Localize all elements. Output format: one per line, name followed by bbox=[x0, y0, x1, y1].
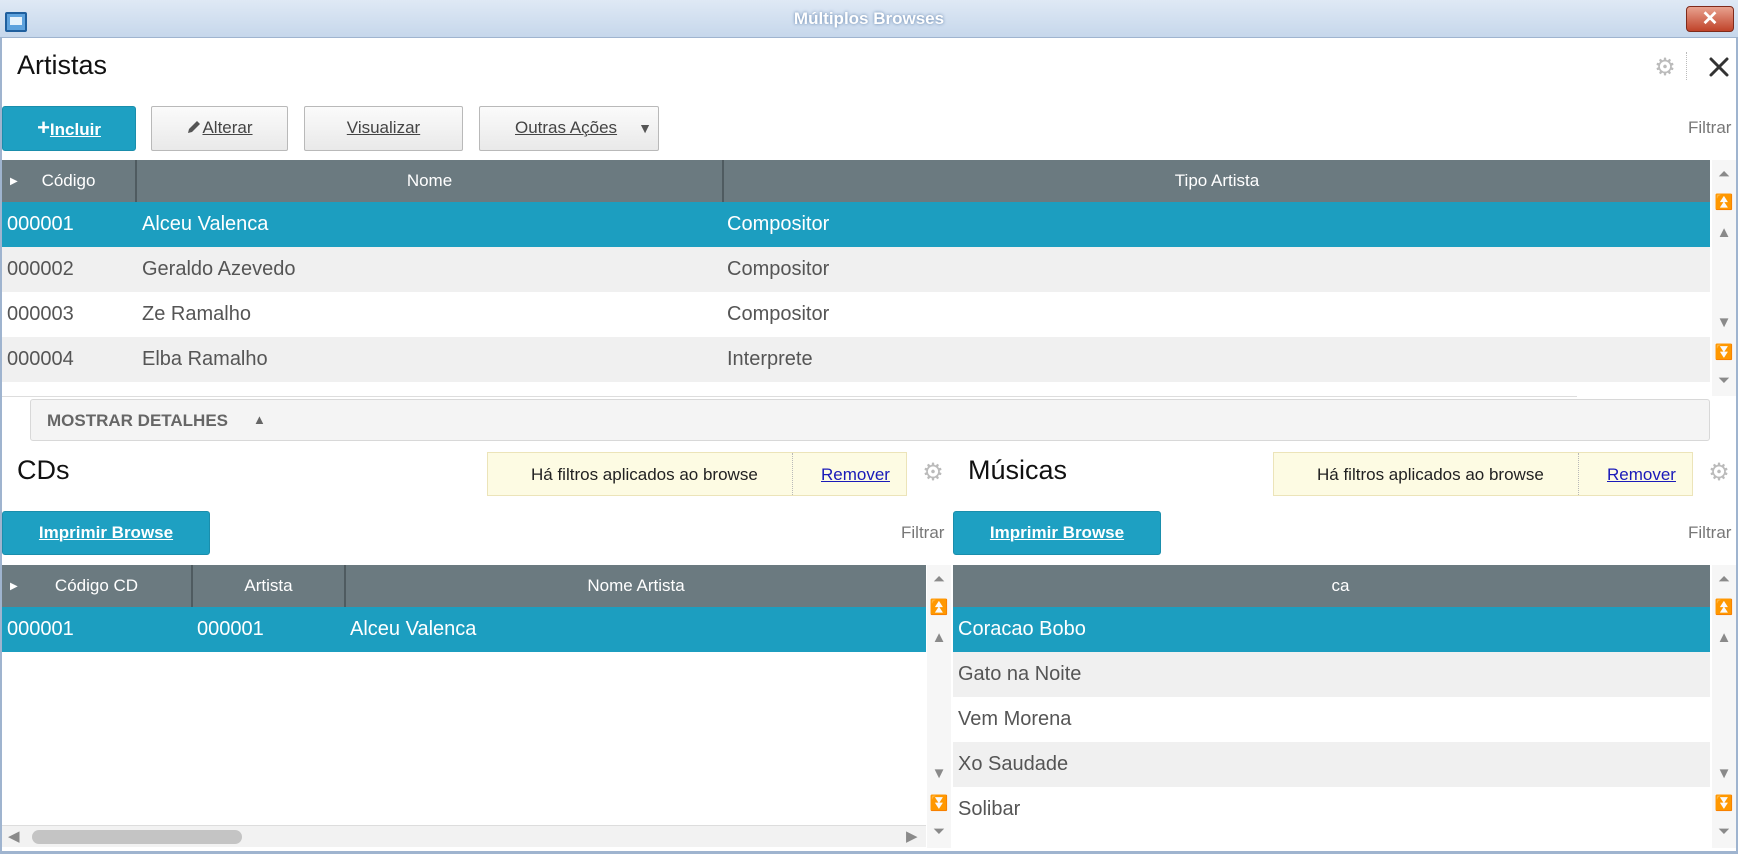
cds-grid-header: ▶ Código CD Artista Nome Artista bbox=[2, 565, 926, 607]
visualizar-button[interactable]: Visualizar bbox=[304, 106, 463, 151]
app-icon bbox=[5, 12, 27, 32]
table-row[interactable]: Coracao Bobo bbox=[953, 607, 1710, 652]
scroll-page-up-icon[interactable]: ⏫ bbox=[1712, 599, 1736, 617]
scroll-left-icon[interactable]: ◀ bbox=[8, 828, 20, 846]
scroll-page-up-icon[interactable]: ⏫ bbox=[1712, 194, 1736, 212]
musicas-imprimir-browse-button[interactable]: Imprimir Browse bbox=[953, 511, 1161, 555]
dropdown-arrow-icon: ▼ bbox=[638, 120, 652, 136]
scroll-up-icon[interactable]: ▲ bbox=[927, 629, 951, 647]
musicas-filtrar-link[interactable]: Filtrar bbox=[1688, 523, 1731, 543]
scroll-down-icon[interactable]: ▼ bbox=[1712, 314, 1736, 332]
cds-scrollbar[interactable]: ⏶ ⏫ ▲ ▼ ⏬ ⏷ bbox=[927, 565, 951, 848]
cds-remover-link[interactable]: Remover bbox=[821, 465, 890, 485]
scroll-first-icon[interactable]: ⏶ bbox=[1712, 571, 1736, 589]
row-marker-icon: ▶ bbox=[10, 175, 18, 187]
col-header-nome-artista[interactable]: Nome Artista bbox=[346, 565, 926, 607]
mostrar-detalhes-bar[interactable]: MOSTRAR DETALHES ▲ bbox=[30, 399, 1710, 441]
expand-arrow-icon: ▲ bbox=[253, 412, 266, 427]
window-title: Múltiplos Browses bbox=[793, 9, 945, 28]
notice-divider bbox=[1578, 453, 1580, 495]
incluir-button[interactable]: +Incluir bbox=[2, 106, 136, 151]
musicas-remover-link[interactable]: Remover bbox=[1607, 465, 1676, 485]
scroll-up-icon[interactable]: ▲ bbox=[1712, 224, 1736, 242]
close-icon[interactable] bbox=[1704, 52, 1734, 82]
table-row[interactable]: 000001 Alceu Valenca Compositor bbox=[2, 202, 1710, 247]
notice-divider bbox=[792, 453, 794, 495]
gear-icon[interactable]: ⚙ bbox=[920, 461, 946, 485]
col-header-nome[interactable]: Nome bbox=[137, 160, 724, 202]
scroll-up-icon[interactable]: ▲ bbox=[1712, 629, 1736, 647]
col-header-artista[interactable]: Artista bbox=[193, 565, 346, 607]
plus-icon: + bbox=[37, 115, 50, 140]
musicas-scrollbar[interactable]: ⏶ ⏫ ▲ ▼ ⏬ ⏷ bbox=[1712, 565, 1736, 848]
table-row[interactable]: Xo Saudade bbox=[953, 742, 1710, 787]
table-row[interactable]: Gato na Noite bbox=[953, 652, 1710, 697]
window-titlebar: Múltiplos Browses bbox=[0, 0, 1738, 38]
table-row[interactable]: 000002 Geraldo Azevedo Compositor bbox=[2, 247, 1710, 292]
gear-icon[interactable]: ⚙ bbox=[1652, 56, 1678, 80]
scroll-last-icon[interactable]: ⏷ bbox=[1712, 372, 1736, 390]
scroll-down-icon[interactable]: ▼ bbox=[1712, 765, 1736, 783]
scroll-page-down-icon[interactable]: ⏬ bbox=[927, 795, 951, 813]
scroll-first-icon[interactable]: ⏶ bbox=[1712, 166, 1736, 184]
cds-filtrar-link[interactable]: Filtrar bbox=[901, 523, 944, 543]
musicas-title: Músicas bbox=[968, 455, 1068, 485]
window-close-button[interactable]: ✕ bbox=[1686, 6, 1734, 32]
col-header-codigo[interactable]: ▶ Código bbox=[2, 160, 137, 202]
artistas-filtrar-link[interactable]: Filtrar bbox=[1688, 118, 1731, 138]
outras-acoes-button[interactable]: Outras Ações ▼ bbox=[479, 106, 659, 151]
scroll-page-down-icon[interactable]: ⏬ bbox=[1712, 795, 1736, 813]
table-row[interactable]: 000003 Ze Ramalho Compositor bbox=[2, 292, 1710, 337]
cds-horizontal-scrollbar[interactable]: ◀ ▶ bbox=[2, 825, 926, 847]
table-row[interactable]: 000004 Elba Ramalho Interprete bbox=[2, 337, 1710, 382]
scroll-down-icon[interactable]: ▼ bbox=[927, 765, 951, 783]
table-row[interactable]: 000001 000001 Alceu Valenca bbox=[2, 607, 926, 652]
alterar-button[interactable]: Alterar bbox=[151, 106, 288, 151]
artistas-title: Artistas bbox=[17, 50, 108, 80]
table-row[interactable]: Vem Morena bbox=[953, 697, 1710, 742]
scroll-page-up-icon[interactable]: ⏫ bbox=[927, 599, 951, 617]
artistas-grid-header: ▶ Código Nome Tipo Artista bbox=[2, 160, 1710, 202]
table-row[interactable]: Solibar bbox=[953, 787, 1710, 832]
header-divider bbox=[1686, 52, 1687, 80]
artistas-scrollbar[interactable]: ⏶ ⏫ ▲ ▼ ⏬ ⏷ bbox=[1712, 160, 1736, 396]
col-header-musica[interactable]: ca bbox=[953, 565, 1710, 607]
row-marker-icon: ▶ bbox=[10, 580, 18, 592]
scroll-last-icon[interactable]: ⏷ bbox=[927, 823, 951, 841]
cds-filter-notice: Há filtros aplicados ao browse Remover bbox=[487, 452, 907, 496]
col-header-tipo-artista[interactable]: Tipo Artista bbox=[724, 160, 1710, 202]
scroll-right-icon[interactable]: ▶ bbox=[906, 828, 918, 846]
col-header-codigo-cd[interactable]: ▶ Código CD bbox=[2, 565, 193, 607]
scroll-page-down-icon[interactable]: ⏬ bbox=[1712, 344, 1736, 362]
musicas-filter-notice: Há filtros aplicados ao browse Remover bbox=[1273, 452, 1693, 496]
cds-title: CDs bbox=[17, 455, 70, 485]
musicas-grid-header: ca bbox=[953, 565, 1710, 607]
scroll-last-icon[interactable]: ⏷ bbox=[1712, 823, 1736, 841]
gear-icon[interactable]: ⚙ bbox=[1706, 461, 1732, 485]
scroll-first-icon[interactable]: ⏶ bbox=[927, 571, 951, 589]
horizontal-scroll-thumb[interactable] bbox=[32, 830, 242, 844]
pencil-icon bbox=[186, 118, 202, 137]
cds-imprimir-browse-button[interactable]: Imprimir Browse bbox=[2, 511, 210, 555]
grid-bottom-border bbox=[2, 396, 1577, 397]
